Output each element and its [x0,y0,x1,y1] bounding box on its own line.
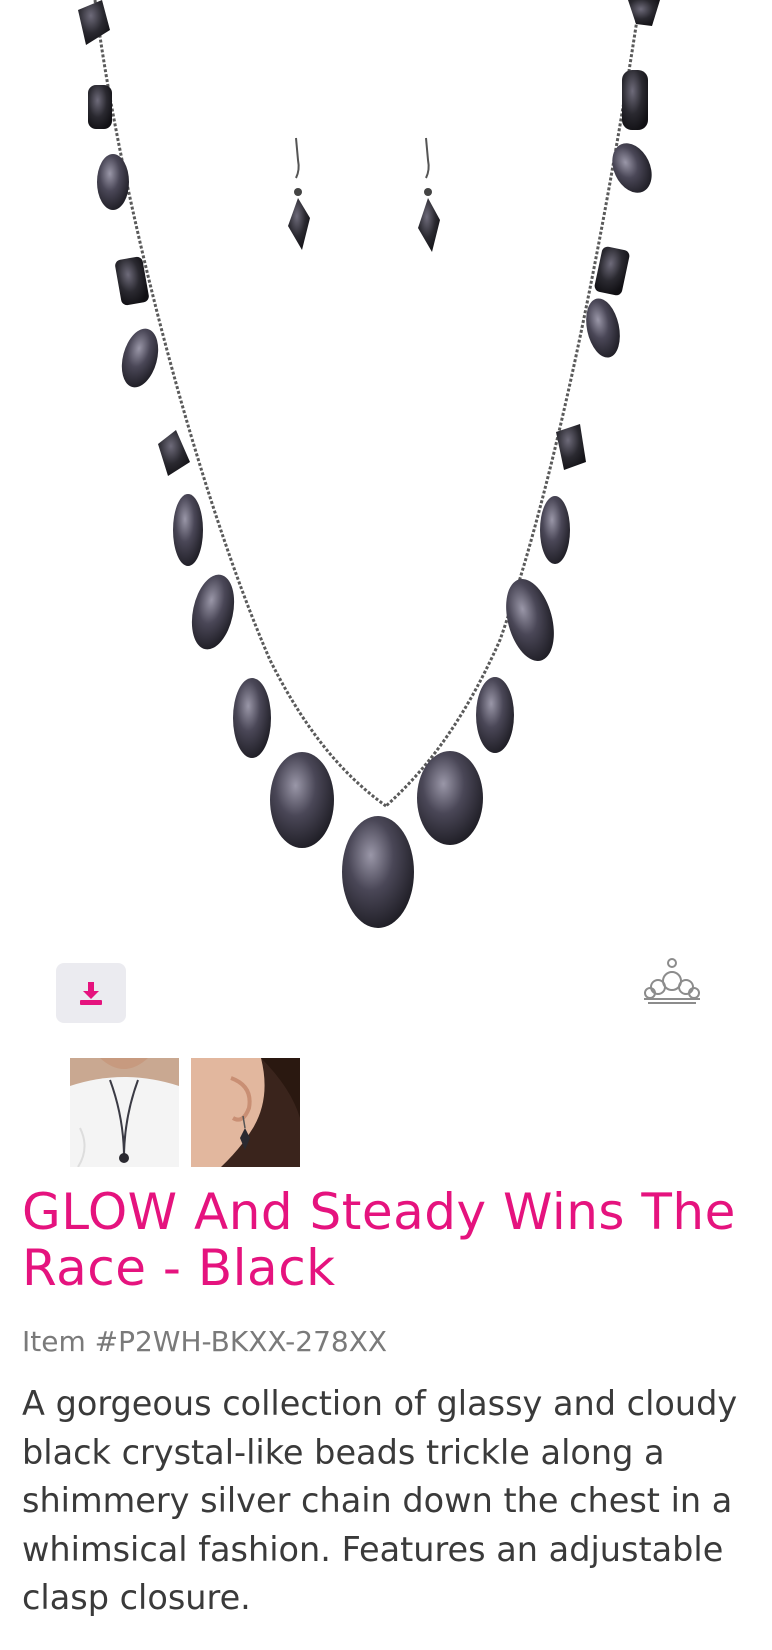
product-main-image[interactable] [0,0,772,950]
thumbnail-model-earring[interactable] [191,1058,300,1167]
thumbnail-strip [70,1058,300,1167]
product-title: GLOW And Steady Wins The Race - Black [22,1183,736,1297]
necklace-earrings-illustration [78,0,660,928]
download-icon [80,982,102,1005]
crown-logo-icon [638,955,706,1007]
item-number: Item #P2WH-BKXX-278XX [22,1325,388,1358]
thumbnail-model-necklace[interactable] [70,1058,179,1167]
download-image-button[interactable] [56,963,126,1023]
product-description: A gorgeous collection of glassy and clou… [22,1384,738,1617]
